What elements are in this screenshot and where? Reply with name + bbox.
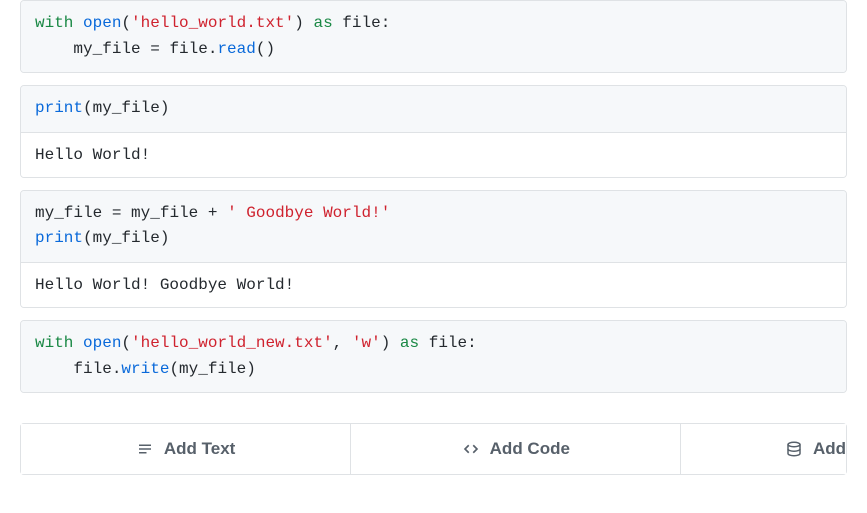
punct: ) — [381, 334, 391, 352]
punct: : — [467, 334, 477, 352]
code-input[interactable]: print(my_file) — [21, 86, 846, 132]
database-icon — [785, 440, 803, 458]
punct: ( — [83, 99, 93, 117]
add-text-button[interactable]: Add Text — [21, 424, 351, 474]
punct: , — [333, 334, 352, 352]
builtin: open — [83, 14, 121, 32]
keyword: as — [400, 334, 419, 352]
cell-toolbar: Add Text Add Code Add — [20, 423, 847, 475]
cell-output: Hello World! Goodbye World! — [21, 262, 846, 307]
code-input[interactable]: with open('hello_world_new.txt', 'w') as… — [21, 321, 846, 392]
method: write — [121, 360, 169, 378]
code-input[interactable]: with open('hello_world.txt') as file: my… — [21, 1, 846, 72]
punct: = — [141, 40, 170, 58]
string: ' Goodbye World!' — [227, 204, 390, 222]
string: 'hello_world_new.txt' — [131, 334, 333, 352]
code-cell[interactable]: my_file = my_file + ' Goodbye World!' pr… — [20, 190, 847, 308]
identifier: file — [73, 360, 111, 378]
punct: ) — [294, 14, 304, 32]
cell-output: Hello World! — [21, 132, 846, 177]
code-cell[interactable]: with open('hello_world_new.txt', 'w') as… — [20, 320, 847, 393]
identifier: my_file — [131, 204, 198, 222]
punct: ( — [121, 14, 131, 32]
punct: ) — [246, 360, 256, 378]
method: read — [217, 40, 255, 58]
builtin: print — [35, 229, 83, 247]
builtin: print — [35, 99, 83, 117]
punct: . — [112, 360, 122, 378]
punct: ) — [160, 99, 170, 117]
identifier: my_file — [73, 40, 140, 58]
punct: : — [381, 14, 391, 32]
identifier: file — [429, 334, 467, 352]
text-lines-icon — [136, 440, 154, 458]
button-label: Add — [813, 439, 846, 459]
notebook: with open('hello_world.txt') as file: my… — [0, 0, 867, 475]
identifier: file — [342, 14, 380, 32]
string: 'hello_world.txt' — [131, 14, 294, 32]
string: 'w' — [352, 334, 381, 352]
button-label: Add Text — [164, 439, 235, 459]
punct: ( — [169, 360, 179, 378]
builtin: open — [83, 334, 121, 352]
identifier: my_file — [179, 360, 246, 378]
keyword: as — [313, 14, 332, 32]
punct: ( — [121, 334, 131, 352]
punct: = — [102, 204, 131, 222]
code-cell[interactable]: print(my_file) Hello World! — [20, 85, 847, 178]
punct: ( — [83, 229, 93, 247]
punct: . — [208, 40, 218, 58]
punct: ) — [160, 229, 170, 247]
identifier: my_file — [93, 229, 160, 247]
indent — [35, 360, 73, 378]
identifier: my_file — [93, 99, 160, 117]
identifier: my_file — [35, 204, 102, 222]
keyword: with — [35, 334, 73, 352]
indent — [35, 40, 73, 58]
identifier: file — [169, 40, 207, 58]
button-label: Add Code — [490, 439, 570, 459]
punct: () — [256, 40, 275, 58]
add-code-button[interactable]: Add Code — [351, 424, 681, 474]
punct: + — [198, 204, 227, 222]
add-data-button[interactable]: Add — [681, 424, 846, 474]
keyword: with — [35, 14, 73, 32]
code-brackets-icon — [462, 440, 480, 458]
code-cell[interactable]: with open('hello_world.txt') as file: my… — [20, 0, 847, 73]
code-input[interactable]: my_file = my_file + ' Goodbye World!' pr… — [21, 191, 846, 262]
